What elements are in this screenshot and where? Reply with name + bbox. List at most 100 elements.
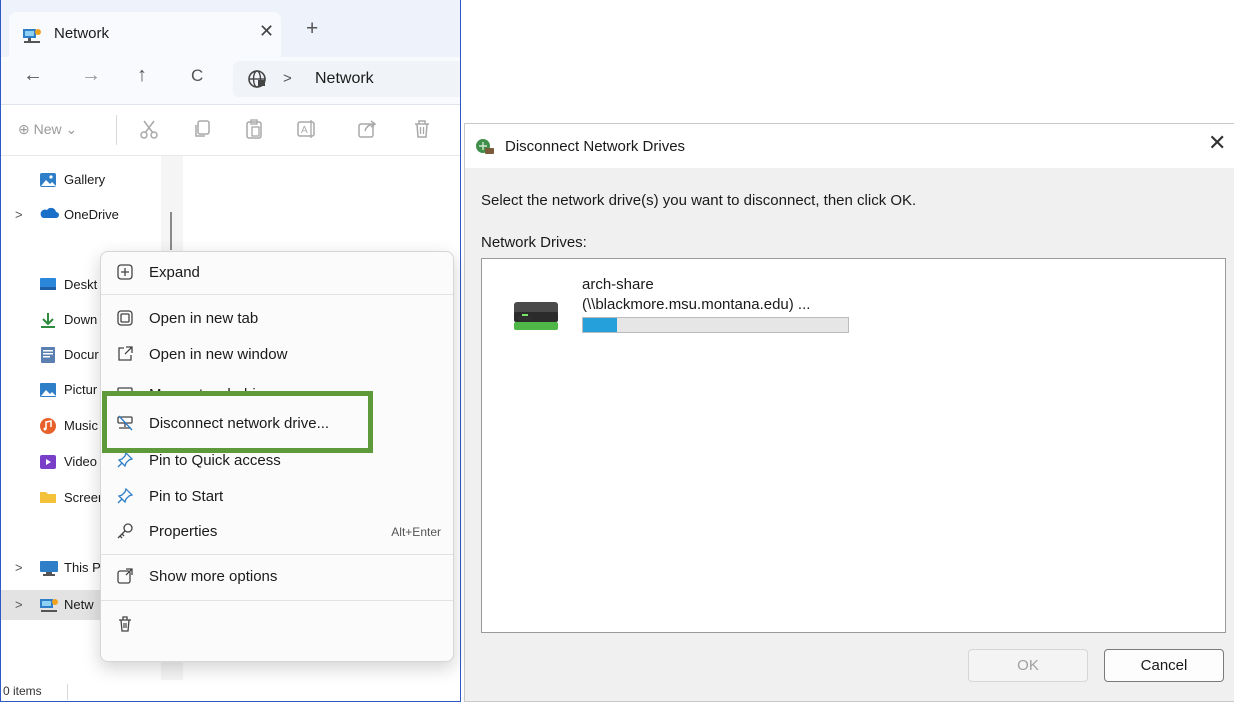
delete-icon <box>116 615 134 638</box>
drive-path: (\\blackmore.msu.montana.edu) ... <box>582 296 811 313</box>
menu-item-label: Pin to Start <box>149 488 224 505</box>
dialog-titlebar: Disconnect Network Drives ✕ <box>465 124 1234 168</box>
address-bar[interactable]: > Network <box>233 61 460 97</box>
new-window-icon <box>116 345 134 368</box>
list-label: Network Drives: <box>481 234 587 251</box>
network-icon <box>22 26 42 49</box>
sidebar-item-label: OneDrive <box>64 207 119 222</box>
status-bar: 0 items <box>1 680 460 701</box>
tab-close-icon[interactable]: ✕ <box>259 21 274 42</box>
music-icon <box>39 417 57 440</box>
drive-name: arch-share <box>582 276 654 293</box>
up-button[interactable]: ↑ <box>137 65 147 85</box>
new-tab-button[interactable]: + <box>306 18 318 39</box>
chevron-right-icon: > <box>283 70 292 87</box>
pin-icon <box>116 487 134 510</box>
new-button[interactable]: ⊕ New ⌄ <box>18 121 77 138</box>
forward-button[interactable]: → <box>81 65 101 85</box>
this-pc-icon <box>39 559 59 582</box>
pin-icon <box>116 451 134 474</box>
sidebar-item-label: Music <box>64 418 98 433</box>
downloads-icon <box>39 311 57 334</box>
rename-icon[interactable]: A <box>296 118 318 145</box>
new-tab-icon <box>116 309 134 332</box>
network-icon <box>39 596 59 619</box>
menu-item-label: Open in new window <box>149 346 288 363</box>
menu-item-show-more-options[interactable]: Show more options <box>105 560 451 594</box>
divider <box>101 600 453 601</box>
sidebar-item-onedrive[interactable]: > OneDrive <box>1 200 161 230</box>
folder-icon <box>39 489 57 510</box>
network-drive-icon <box>512 296 560 337</box>
drive-usage-fill <box>583 318 618 332</box>
menu-item-delete[interactable] <box>105 608 451 642</box>
svg-text:A: A <box>301 125 308 136</box>
sidebar-item-label: Pictur <box>64 382 98 397</box>
sidebar-item-gallery[interactable]: Gallery <box>1 165 161 195</box>
sidebar-item-label: Deskt <box>64 277 98 292</box>
menu-item-label: Open in new tab <box>149 310 259 327</box>
sidebar-item-label: Video <box>64 454 98 469</box>
tab-network[interactable]: Network ✕ <box>9 12 281 57</box>
network-disconnect-icon <box>475 138 495 161</box>
refresh-button[interactable]: C <box>191 67 203 84</box>
globe-icon <box>247 69 267 94</box>
videos-icon <box>39 453 57 476</box>
divider <box>101 294 453 295</box>
sidebar-item-label: This P <box>64 560 101 575</box>
menu-item-expand[interactable]: Expand <box>105 256 451 290</box>
documents-icon <box>39 346 57 369</box>
scrollbar-thumb[interactable] <box>170 212 172 250</box>
chevron-right-icon[interactable]: > <box>15 597 23 612</box>
divider <box>116 115 117 145</box>
expand-icon <box>116 263 134 286</box>
cancel-button[interactable]: Cancel <box>1104 649 1224 682</box>
navigation-bar: ← → ↑ C > Network <box>1 57 460 104</box>
close-icon[interactable]: ✕ <box>1208 132 1226 154</box>
chevron-right-icon[interactable]: > <box>15 207 23 222</box>
sidebar-item-label: Gallery <box>64 172 106 187</box>
item-count: 0 items <box>3 684 42 698</box>
menu-item-open-new-tab[interactable]: Open in new tab <box>105 302 451 336</box>
sidebar-item-label: Docur <box>64 347 99 362</box>
onedrive-icon <box>39 206 59 225</box>
address-text: Network <box>315 70 374 87</box>
paste-icon[interactable] <box>243 118 265 145</box>
chevron-right-icon[interactable]: > <box>15 560 23 575</box>
menu-item-open-new-window[interactable]: Open in new window <box>105 338 451 372</box>
menu-item-properties[interactable]: Properties Alt+Enter <box>105 515 451 549</box>
divider <box>1 155 460 156</box>
menu-item-label: Pin to Quick access <box>149 452 281 469</box>
dialog-instruction: Select the network drive(s) you want to … <box>481 192 917 209</box>
share-icon[interactable] <box>356 118 378 145</box>
copy-icon[interactable] <box>191 118 213 145</box>
network-drives-list[interactable]: arch-share (\\blackmore.msu.montana.edu)… <box>481 258 1226 633</box>
tab-title: Network <box>54 25 110 42</box>
dialog-title: Disconnect Network Drives <box>505 138 686 155</box>
menu-item-label: Properties <box>149 523 218 540</box>
show-more-icon <box>116 567 134 590</box>
cut-icon[interactable] <box>138 118 160 145</box>
desktop-icon <box>39 276 57 297</box>
divider <box>101 554 453 555</box>
divider <box>67 684 68 700</box>
command-bar: ⊕ New ⌄ A <box>1 105 460 155</box>
tab-bar: Network ✕ + <box>1 0 460 57</box>
menu-item-label: Show more options <box>149 568 278 585</box>
ok-button[interactable]: OK <box>968 649 1088 682</box>
sidebar-item-label: Screer <box>64 490 103 505</box>
highlight-annotation <box>102 391 373 453</box>
menu-item-label: Expand <box>149 264 200 281</box>
back-button[interactable]: ← <box>23 65 43 85</box>
sidebar-item-label: Down <box>64 312 98 327</box>
key-icon <box>116 522 134 545</box>
shortcut-label: Alt+Enter <box>391 525 441 539</box>
context-menu: Expand Open in new tab Open in new windo… <box>100 251 454 662</box>
disconnect-network-drives-dialog: Disconnect Network Drives ✕ Select the n… <box>464 123 1234 702</box>
menu-item-pin-start[interactable]: Pin to Start <box>105 480 451 514</box>
pictures-icon <box>39 381 57 404</box>
delete-icon[interactable] <box>411 118 433 145</box>
sidebar-item-label: Netw <box>64 597 94 612</box>
gallery-icon <box>39 171 57 194</box>
drive-usage-bar <box>582 317 849 333</box>
